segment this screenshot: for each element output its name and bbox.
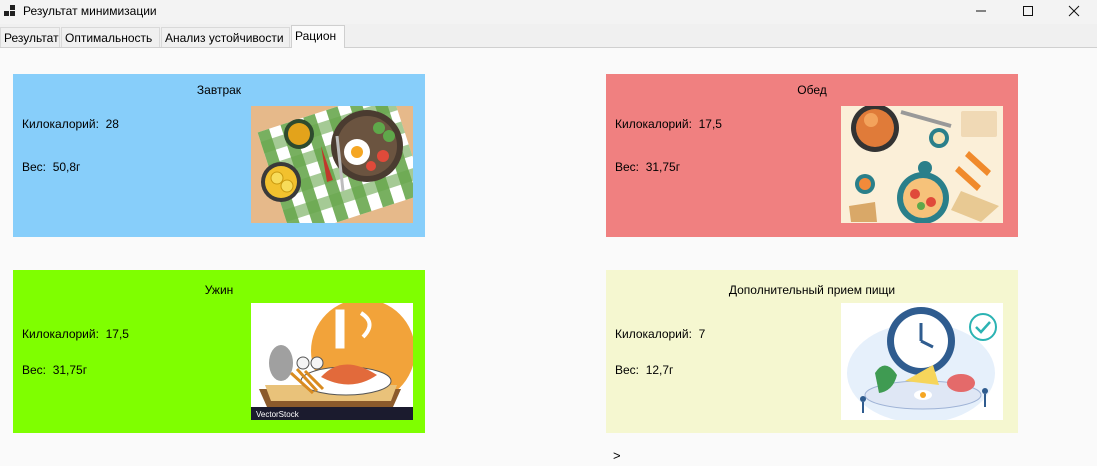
extra-meal-weight-value: 12,7г <box>645 363 674 377</box>
maximize-icon <box>1023 6 1033 16</box>
ration-tab-page: Завтрак Килокалорий: 28 Вес: 50,8г Обед … <box>0 47 1097 466</box>
minimize-icon <box>976 10 986 12</box>
lunch-title: Обед <box>797 83 827 97</box>
lunch-image <box>841 106 1003 223</box>
extra-meal-image <box>841 303 1003 420</box>
dinner-weight-value: 31,75г <box>52 363 88 377</box>
breakfast-weight-label: Вес: <box>22 160 47 174</box>
prompt-symbol: > <box>613 448 621 463</box>
dinner-card: Ужин Килокалорий: 17,5 Вес: 31,75г Vecto… <box>13 270 425 433</box>
dinner-title: Ужин <box>204 283 234 297</box>
extra-meal-card: Дополнительный прием пищи Килокалорий: 7… <box>606 270 1018 433</box>
breakfast-kcal-value: 28 <box>105 117 119 131</box>
window-title: Результат минимизации <box>23 4 157 18</box>
lunch-card: Обед Килокалорий: 17,5 Вес: 31,75г <box>606 74 1018 237</box>
breakfast-title: Завтрак <box>196 83 242 97</box>
tab-sensitivity-analysis[interactable]: Анализ устойчивости <box>161 27 290 47</box>
close-button[interactable] <box>1051 0 1097 22</box>
extra-meal-title: Дополнительный прием пищи <box>728 283 896 297</box>
dinner-kcal-value: 17,5 <box>105 327 129 341</box>
dinner-image-watermark: VectorStock <box>256 410 300 419</box>
dinner-image: VectorStock <box>251 303 413 420</box>
dinner-kcal-label: Килокалорий: <box>22 327 99 341</box>
breakfast-card: Завтрак Килокалорий: 28 Вес: 50,8г <box>13 74 425 237</box>
dinner-weight-label: Вес: <box>22 363 47 377</box>
tab-optimality[interactable]: Оптимальность <box>61 27 160 47</box>
tab-ration[interactable]: Рацион <box>291 25 345 48</box>
breakfast-weight-value: 50,8г <box>52 160 81 174</box>
maximize-button[interactable] <box>1005 0 1051 22</box>
breakfast-image <box>251 106 413 223</box>
extra-meal-kcal-label: Килокалорий: <box>615 327 692 341</box>
extra-meal-kcal-value: 7 <box>698 327 706 341</box>
tab-result[interactable]: Результат <box>0 27 60 47</box>
minimize-button[interactable] <box>958 0 1004 22</box>
breakfast-kcal-label: Килокалорий: <box>22 117 99 131</box>
lunch-weight-value: 31,75г <box>645 160 681 174</box>
extra-meal-weight-label: Вес: <box>615 363 640 377</box>
lunch-kcal-label: Килокалорий: <box>615 117 692 131</box>
app-icon <box>4 5 16 17</box>
tab-strip: Результат Оптимальность Анализ устойчиво… <box>0 24 1097 48</box>
lunch-kcal-value: 17,5 <box>698 117 722 131</box>
lunch-weight-label: Вес: <box>615 160 640 174</box>
close-icon <box>1068 5 1080 17</box>
title-bar: Результат минимизации <box>0 0 1097 24</box>
